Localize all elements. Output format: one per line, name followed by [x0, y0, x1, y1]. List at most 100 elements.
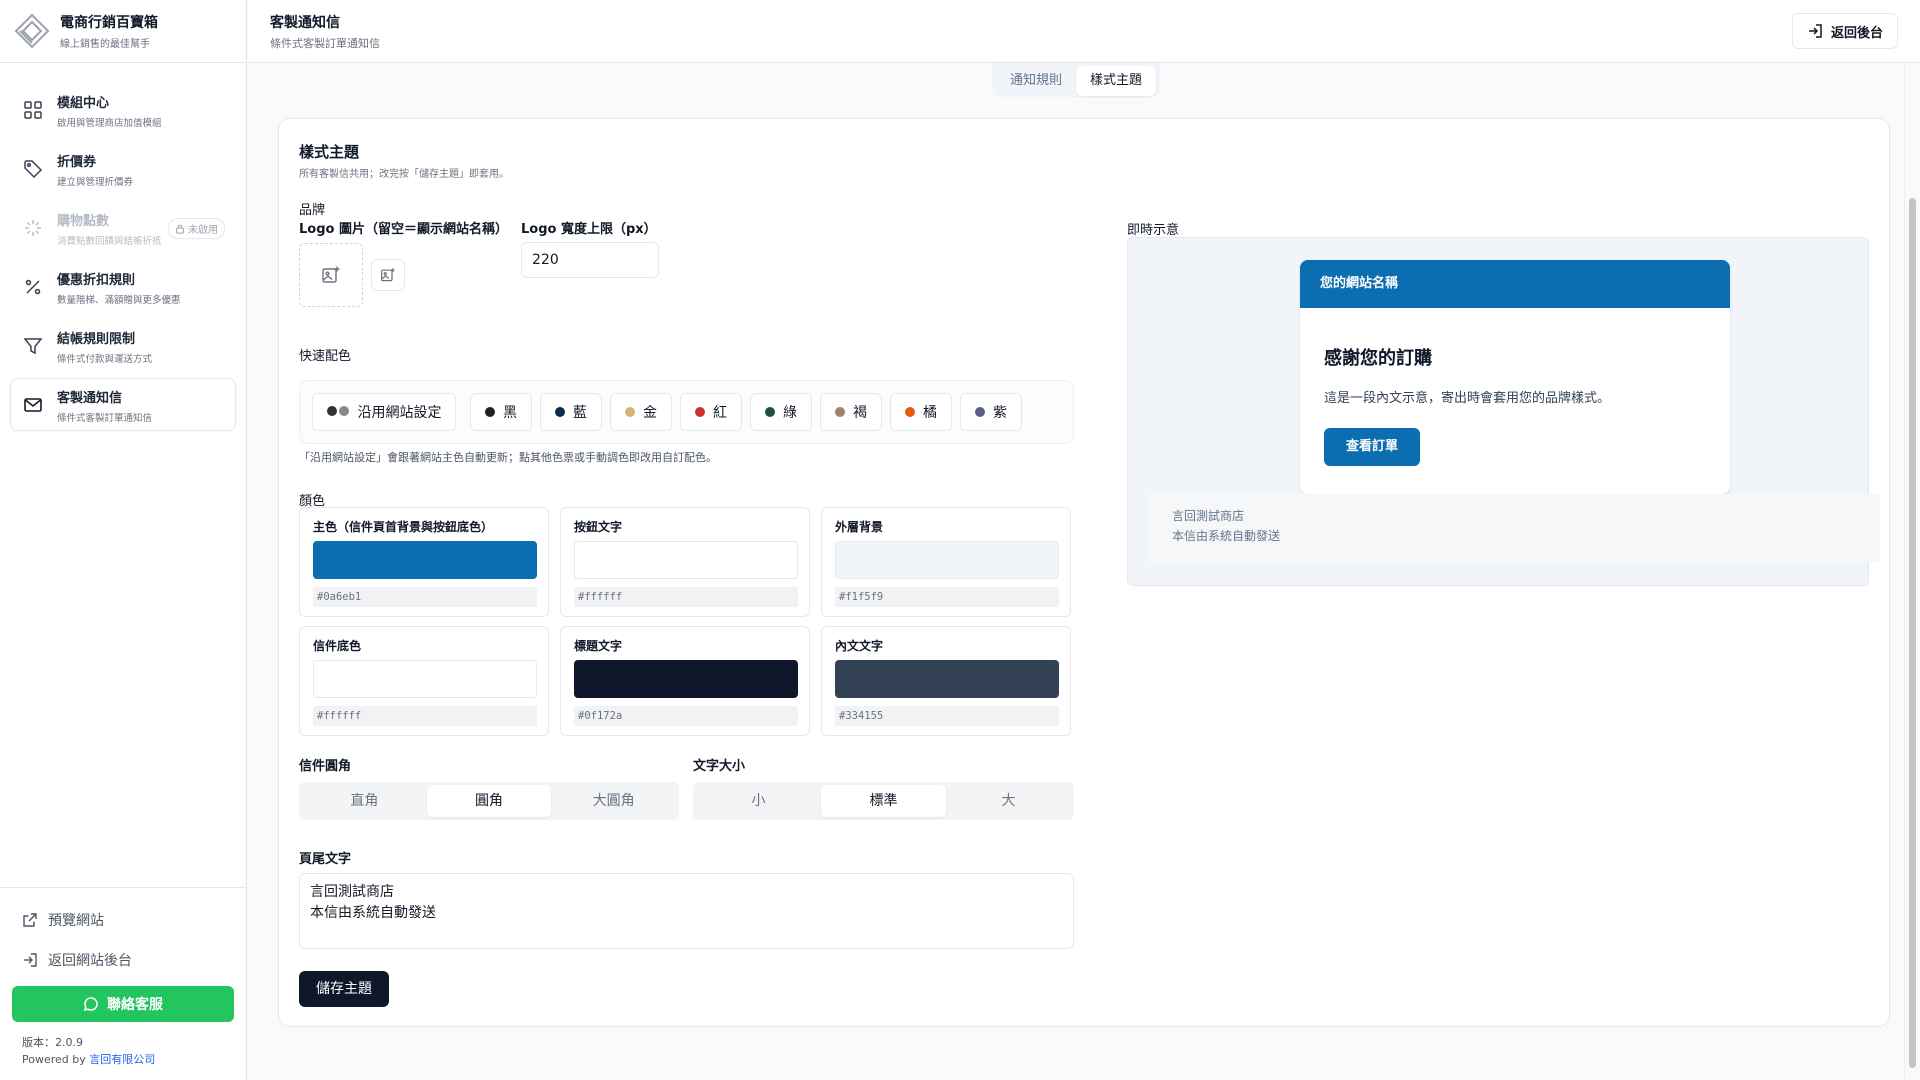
brand-logo-icon: [14, 13, 50, 49]
version-info: 版本：2.0.9 Powered by 言回有限公司: [12, 1034, 234, 1068]
sidebar-item-sub: 啟用與管理商店加值模組: [57, 118, 162, 129]
preset-section-label: 快速配色: [299, 349, 352, 364]
tab-notification-rules[interactable]: 通知規則: [996, 66, 1076, 96]
back-site-link[interactable]: 返回網站後台: [12, 940, 234, 980]
radius-option-rounded[interactable]: 圓角: [426, 785, 552, 817]
app-title: 電商行銷百寶箱: [60, 15, 158, 31]
color-picker-swatch[interactable]: [835, 541, 1059, 579]
back-to-admin-label: 返回後台: [1830, 25, 1883, 41]
preset-purple[interactable]: 紫: [960, 393, 1022, 431]
preset-color-dot: [485, 407, 495, 417]
logo-width-input[interactable]: [521, 242, 659, 278]
preset-black[interactable]: 黑: [470, 393, 532, 431]
preset-site-default[interactable]: 沿用網站設定: [312, 393, 457, 431]
color-hex-input[interactable]: #0f172a: [574, 706, 798, 726]
sidebar-item-modules[interactable]: 模組中心 啟用與管理商店加值模組: [10, 83, 236, 136]
filter-icon: [23, 336, 43, 356]
preset-label: 紫: [993, 405, 1007, 421]
page-scrollbar[interactable]: [1904, 63, 1920, 1080]
theme-title: 樣式主題: [299, 143, 360, 161]
color-field-body-text: 內文文字 #334155: [821, 626, 1071, 736]
logo-upload-dropzone[interactable]: [299, 243, 363, 307]
logo-select-button[interactable]: [371, 259, 405, 291]
mail-preview-header: 您的網站名稱: [1300, 260, 1730, 308]
back-to-admin-button[interactable]: 返回後台: [1791, 13, 1898, 49]
preset-color-dot: [905, 407, 915, 417]
mail-icon: [23, 395, 43, 415]
grid-icon: [23, 100, 43, 120]
footer-textarea[interactable]: 言回測試商店 本信由系統自動發送: [299, 873, 1074, 949]
radius-option-square[interactable]: 直角: [302, 785, 427, 817]
color-field-label: 主色（信件頁首背景與按鈕底色）: [313, 520, 494, 534]
tab-style-theme[interactable]: 樣式主題: [1076, 66, 1157, 96]
sidebar-item-sub: 建立與管理折價券: [57, 177, 134, 188]
color-hex-input[interactable]: #ffffff: [313, 706, 537, 726]
preset-brown[interactable]: 褐: [820, 393, 882, 431]
font-size-segmented-control: 小 標準 大: [693, 782, 1074, 820]
color-picker-swatch[interactable]: [313, 660, 537, 698]
percent-icon: [23, 277, 43, 297]
sidebar-item-sub: 消費點數回饋與結帳折抵: [57, 236, 162, 247]
company-link[interactable]: 言回有限公司: [89, 1053, 155, 1066]
color-field-label: 信件底色: [313, 639, 362, 653]
app-subtitle: 線上銷售的最佳幫手: [60, 39, 150, 50]
radius-segmented-control: 直角 圓角 大圓角: [299, 782, 679, 820]
sidebar-item-label: 購物點數: [57, 214, 110, 229]
color-field-heading-text: 標題文字 #0f172a: [560, 626, 810, 736]
sidebar-item-discount-rules[interactable]: 優惠折扣規則 數量階梯、滿額贈與更多優惠: [10, 260, 236, 313]
brand-section-label: 品牌: [299, 203, 326, 218]
sidebar-item-custom-mail[interactable]: 客製通知信 條件式客製訂單通知信: [10, 378, 236, 431]
font-size-option-large[interactable]: 大: [946, 785, 1071, 817]
sparkle-icon: [23, 218, 43, 238]
color-hex-input[interactable]: #f1f5f9: [835, 587, 1059, 607]
sidebar-item-sub: 條件式客製訂單通知信: [57, 413, 153, 424]
sidebar-item-checkout-rules[interactable]: 結帳規則限制 條件式付款與運送方式: [10, 319, 236, 372]
preset-label: 黑: [503, 405, 517, 421]
scrollbar-thumb[interactable]: [1909, 198, 1916, 1068]
color-picker-swatch[interactable]: [835, 660, 1059, 698]
font-size-option-small[interactable]: 小: [696, 785, 821, 817]
preview-site-link[interactable]: 預覽網站: [12, 900, 234, 940]
preset-green[interactable]: 綠: [750, 393, 812, 431]
sidebar-item-label: 優惠折扣規則: [57, 273, 136, 288]
brand[interactable]: 電商行銷百寶箱 線上銷售的最佳幫手: [0, 0, 246, 63]
sidebar-item-coupons[interactable]: 折價券 建立與管理折價券: [10, 142, 236, 195]
color-picker-swatch[interactable]: [574, 541, 798, 579]
color-hex-input[interactable]: #0a6eb1: [313, 587, 537, 607]
preset-label: 綠: [783, 405, 797, 421]
color-picker-swatch[interactable]: [574, 660, 798, 698]
color-field-label: 按鈕文字: [574, 520, 623, 534]
tag-icon: [23, 159, 43, 179]
radius-option-large[interactable]: 大圓角: [551, 785, 676, 817]
save-theme-button[interactable]: 儲存主題: [299, 971, 389, 1007]
preset-color-dot: [695, 407, 705, 417]
color-field-outer-bg: 外層背景 #f1f5f9: [821, 507, 1071, 617]
contact-support-button[interactable]: 聯絡客服: [12, 986, 234, 1022]
preset-color-dot: [835, 407, 845, 417]
color-field-primary: 主色（信件頁首背景與按鈕底色） #0a6eb1: [299, 507, 549, 617]
preset-orange[interactable]: 橘: [890, 393, 952, 431]
preset-color-dot: [765, 407, 775, 417]
preset-gold[interactable]: 金: [610, 393, 672, 431]
preset-palette: 沿用網站設定 黑 藍 金 紅 綠 褐 橘 紫: [299, 380, 1074, 444]
version-text: 版本：2.0.9: [22, 1036, 83, 1049]
mail-preview: 您的網站名稱 感謝您的訂購 這是一段內文示意，寄出時會套用您的品牌樣式。 查看訂…: [1127, 237, 1880, 586]
mail-preview-card: 您的網站名稱 感謝您的訂購 這是一段內文示意，寄出時會套用您的品牌樣式。 查看訂…: [1300, 260, 1730, 494]
image-icon: [381, 268, 395, 282]
font-size-option-standard[interactable]: 標準: [821, 785, 946, 817]
color-hex-input[interactable]: #ffffff: [574, 587, 798, 607]
page-header: 客製通知信 條件式客製訂單通知信 返回後台: [248, 0, 1920, 63]
sidebar-item-label: 結帳規則限制: [57, 332, 136, 347]
powered-by-text: Powered by: [22, 1053, 86, 1066]
logo-width-label: Logo 寬度上限（px）: [521, 222, 657, 237]
status-badge: 未啟用: [168, 218, 225, 239]
color-field-mail-bg: 信件底色 #ffffff: [299, 626, 549, 736]
mail-preview-heading: 感謝您的訂購: [1324, 348, 1432, 369]
sidebar-item-points[interactable]: 購物點數 消費點數回饋與結帳折抵 未啟用: [10, 201, 236, 254]
color-hex-input[interactable]: #334155: [835, 706, 1059, 726]
color-picker-swatch[interactable]: [313, 541, 537, 579]
preset-red[interactable]: 紅: [680, 393, 742, 431]
preset-label: 金: [643, 405, 657, 421]
preset-blue[interactable]: 藍: [540, 393, 602, 431]
status-badge-label: 未啟用: [188, 225, 218, 236]
